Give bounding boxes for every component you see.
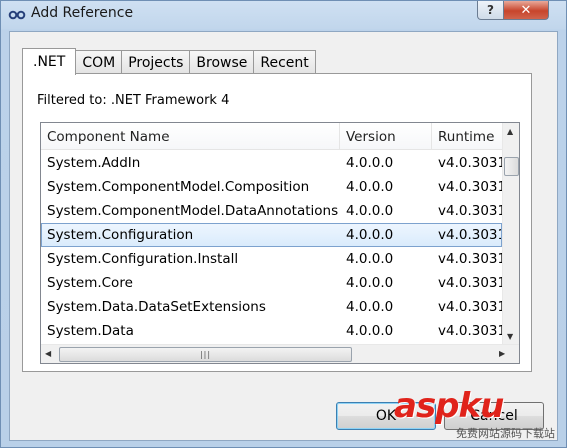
- version-cell: 4.0.0.0: [346, 179, 394, 195]
- scroll-left-arrow-icon[interactable]: ◀: [45, 349, 51, 358]
- tab-browse[interactable]: Browse: [189, 50, 255, 74]
- list-rows: System.AddIn 4.0.0.0 v4.0.30319 System.C…: [41, 151, 502, 343]
- table-row[interactable]: System.Configuration.Install 4.0.0.0 v4.…: [41, 247, 502, 271]
- tab-recent[interactable]: Recent: [253, 50, 316, 74]
- add-reference-dialog: Add Reference ? ✕ .NET COM Projects Brow…: [0, 0, 567, 448]
- version-cell: 4.0.0.0: [346, 323, 394, 339]
- horizontal-scrollbar[interactable]: ◀ ||| ▶: [41, 344, 519, 363]
- runtime-cell: v4.0.30319: [438, 227, 502, 243]
- component-name-cell: System.ComponentModel.DataAnnotations: [47, 203, 339, 219]
- version-cell: 4.0.0.0: [346, 275, 394, 291]
- component-name-cell: System.Configuration.Install: [47, 251, 239, 267]
- vertical-scroll-thumb[interactable]: [504, 157, 519, 176]
- version-cell: 4.0.0.0: [346, 299, 394, 315]
- table-row[interactable]: System.Data 4.0.0.0 v4.0.30319: [41, 319, 502, 343]
- filter-label: Filtered to: .NET Framework 4: [37, 93, 230, 108]
- runtime-cell: v4.0.30319: [438, 299, 502, 315]
- version-cell: 4.0.0.0: [346, 203, 394, 219]
- component-list[interactable]: Component Name Version Runtime System.Ad…: [40, 122, 520, 364]
- scroll-up-arrow-icon[interactable]: ▲: [507, 127, 513, 136]
- tab-panel-dotnet: Filtered to: .NET Framework 4 Component …: [22, 73, 532, 372]
- version-cell: 4.0.0.0: [346, 251, 394, 267]
- tab-dotnet[interactable]: .NET: [22, 48, 77, 75]
- cancel-button[interactable]: Cancel: [444, 402, 544, 430]
- vertical-scrollbar[interactable]: ▲ ▼: [502, 123, 519, 345]
- runtime-cell: v4.0.30319: [438, 323, 502, 339]
- version-cell: 4.0.0.0: [346, 155, 394, 171]
- table-row-selected[interactable]: System.Configuration 4.0.0.0 v4.0.30319: [41, 223, 502, 247]
- help-button[interactable]: ?: [477, 1, 504, 20]
- runtime-cell: v4.0.30319: [438, 155, 502, 171]
- table-row[interactable]: System.ComponentModel.DataAnnotations 4.…: [41, 199, 502, 223]
- component-name-cell: System.Core: [47, 275, 133, 291]
- component-name-cell: System.ComponentModel.Composition: [47, 179, 310, 195]
- dialog-body: .NET COM Projects Browse Recent Filtered…: [9, 31, 558, 441]
- window-title: Add Reference: [31, 5, 134, 21]
- column-header-component-name[interactable]: Component Name: [41, 123, 340, 150]
- reference-link-icon: [8, 10, 26, 20]
- runtime-cell: v4.0.30319: [438, 275, 502, 291]
- horizontal-scroll-thumb[interactable]: |||: [59, 347, 352, 362]
- tab-strip: .NET COM Projects Browse Recent: [22, 48, 316, 75]
- version-cell: 4.0.0.0: [346, 227, 394, 243]
- column-header-runtime[interactable]: Runtime: [432, 123, 502, 150]
- component-name-cell: System.Data.DataSetExtensions: [47, 299, 266, 315]
- component-name-cell: System.Data: [47, 323, 134, 339]
- tab-projects[interactable]: Projects: [121, 50, 191, 74]
- table-row[interactable]: System.ComponentModel.Composition 4.0.0.…: [41, 175, 502, 199]
- column-header-version[interactable]: Version: [340, 123, 432, 150]
- table-row[interactable]: System.Core 4.0.0.0 v4.0.30319: [41, 271, 502, 295]
- tab-com[interactable]: COM: [75, 50, 123, 74]
- close-button[interactable]: ✕: [503, 1, 549, 20]
- scroll-right-arrow-icon[interactable]: ▶: [499, 349, 505, 358]
- table-row[interactable]: System.AddIn 4.0.0.0 v4.0.30319: [41, 151, 502, 175]
- runtime-cell: v4.0.30319: [438, 203, 502, 219]
- list-header: Component Name Version Runtime: [41, 123, 502, 150]
- scroll-down-arrow-icon[interactable]: ▼: [507, 332, 513, 341]
- runtime-cell: v4.0.30319: [438, 251, 502, 267]
- component-name-cell: System.AddIn: [47, 155, 141, 171]
- runtime-cell: v4.0.30319: [438, 179, 502, 195]
- component-name-cell: System.Configuration: [47, 227, 194, 243]
- table-row[interactable]: System.Data.DataSetExtensions 4.0.0.0 v4…: [41, 295, 502, 319]
- title-bar[interactable]: Add Reference ? ✕: [1, 1, 566, 29]
- ok-button[interactable]: OK: [336, 402, 436, 430]
